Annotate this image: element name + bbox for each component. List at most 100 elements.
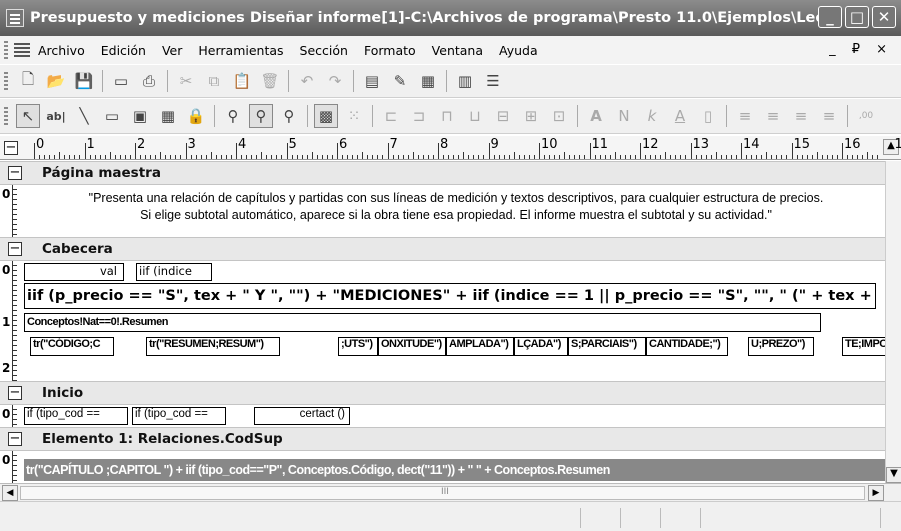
collapse-toggle[interactable]: − (8, 166, 22, 180)
menu-ver[interactable]: Ver (162, 43, 182, 58)
section-inicio[interactable]: − Inicio (0, 381, 885, 405)
align-left-icon[interactable]: ⊏ (379, 104, 403, 128)
zoom-in-icon[interactable]: ⚲ (277, 104, 301, 128)
section-cabecera[interactable]: − Cabecera (0, 237, 885, 261)
menu-formato[interactable]: Formato (364, 43, 416, 58)
menu-ayuda[interactable]: Ayuda (499, 43, 538, 58)
print-preview-icon[interactable]: ▭ (109, 69, 133, 93)
menu-grip[interactable] (4, 41, 8, 59)
field-capitulo-expression[interactable]: tr("CAPÍTULO ;CAPITOL ") + iif (tipo_cod… (24, 459, 885, 481)
field-certact[interactable]: certact () (254, 407, 350, 425)
field-val[interactable]: val (24, 263, 124, 281)
pointer-icon[interactable]: ↖ (16, 104, 40, 128)
properties-icon[interactable]: ▤ (360, 69, 384, 93)
column-uts[interactable]: ;UTS") (338, 337, 378, 356)
collapse-toggle[interactable]: − (8, 432, 22, 446)
description-line-2[interactable]: Si elige subtotal automático, aparece si… (26, 207, 885, 224)
bold-icon[interactable]: A (584, 104, 608, 128)
field-tipo-cod-1[interactable]: if (tipo_cod == (24, 407, 128, 425)
text-field-icon[interactable]: ab| (44, 104, 68, 128)
zoom-icon[interactable]: ⚲ (249, 104, 273, 128)
menu-ventana[interactable]: Ventana (432, 43, 483, 58)
rectangle-icon[interactable]: ▭ (100, 104, 124, 128)
print-icon[interactable]: ⎙ (137, 69, 161, 93)
maximize-button[interactable]: □ (845, 6, 869, 28)
column-amplada[interactable]: AMPLADA") (446, 337, 514, 356)
normal-icon[interactable]: N (612, 104, 636, 128)
description-line-1[interactable]: "Presenta una relación de capítulos y pa… (26, 190, 885, 207)
line-icon[interactable]: ╲ (72, 104, 96, 128)
section-elemento-1[interactable]: − Elemento 1: Relaciones.CodSup (0, 427, 885, 451)
horizontal-ruler[interactable]: − ▲ 01234567891011121314151617 (0, 136, 901, 160)
align-text-right-icon[interactable]: ≡ (789, 104, 813, 128)
app-icon[interactable] (6, 9, 24, 27)
same-size-icon[interactable]: ⊡ (547, 104, 571, 128)
minimize-button[interactable]: _ (818, 6, 842, 28)
scroll-down-arrow[interactable]: ▼ (886, 467, 901, 483)
open-folder-icon[interactable]: 📂 (44, 69, 68, 93)
align-right-icon[interactable]: ⊐ (407, 104, 431, 128)
grid-icon[interactable]: ▦ (416, 69, 440, 93)
menu-archivo[interactable]: Archivo (38, 43, 85, 58)
document-menu-icon[interactable] (14, 43, 30, 57)
new-document-icon[interactable]: 🗋 (16, 69, 40, 93)
column-parciais[interactable]: S;PARCIAIS") (568, 337, 646, 356)
justify-icon[interactable]: ≡ (817, 104, 841, 128)
band-elemento-1[interactable]: 0 tr("CAPÍTULO ;CAPITOL ") + iif (tipo_c… (0, 451, 885, 483)
field-conceptos-resumen[interactable]: Conceptos!Nat==0!.Resumen (24, 313, 821, 332)
report-design-canvas[interactable]: − Página maestra 0 "Presenta una relació… (0, 161, 885, 483)
image-icon[interactable]: ▣ (128, 104, 152, 128)
column-lonxitude[interactable]: ONXITUDE") (378, 337, 446, 356)
align-text-left-icon[interactable]: ≡ (733, 104, 757, 128)
mdi-controls[interactable]: _ ₽ × (829, 42, 893, 57)
column-cantidade[interactable]: CANTIDADE;") (646, 337, 728, 356)
column-prezo[interactable]: U;PREZO") (748, 337, 814, 356)
band-cabecera[interactable]: 0 1 2 val iif (indice iif (p_precio == "… (0, 261, 885, 381)
collapse-toggle[interactable]: − (8, 386, 22, 400)
field-iif-indice[interactable]: iif (indice (136, 263, 212, 281)
column-alcada[interactable]: LÇADA") (514, 337, 568, 356)
collapse-all-toggle[interactable]: − (4, 141, 18, 155)
edit-icon[interactable]: ✎ (388, 69, 412, 93)
center-h-icon[interactable]: ⊟ (491, 104, 515, 128)
save-icon[interactable]: 💾 (72, 69, 96, 93)
scroll-left-arrow[interactable]: ◀ (2, 485, 18, 501)
font-color-icon[interactable]: ▯ (696, 104, 720, 128)
toolbar-grip[interactable] (4, 107, 8, 125)
center-v-icon[interactable]: ⊞ (519, 104, 543, 128)
zoom-out-icon[interactable]: ⚲ (221, 104, 245, 128)
horizontal-scrollbar[interactable]: ◀ III ▶ (0, 483, 901, 501)
column-codigo[interactable]: tr("CÓDIGO;C (30, 337, 114, 356)
dots-grid-icon[interactable]: ⁙ (342, 104, 366, 128)
columns-icon[interactable]: ▥ (453, 69, 477, 93)
vertical-scrollbar[interactable]: ▼ (885, 161, 901, 483)
section-pagina-maestra[interactable]: − Página maestra (0, 161, 885, 185)
decimals-icon[interactable]: ,00 (854, 104, 878, 128)
redo-icon[interactable]: ↷ (323, 69, 347, 93)
band-pagina-maestra[interactable]: 0 "Presenta una relación de capítulos y … (0, 185, 885, 237)
field-tipo-cod-2[interactable]: if (tipo_cod == (132, 407, 226, 425)
menu-herramientas[interactable]: Herramientas (198, 43, 283, 58)
undo-icon[interactable]: ↶ (295, 69, 319, 93)
snap-grid-icon[interactable]: ▩ (314, 104, 338, 128)
align-bottom-icon[interactable]: ⊔ (463, 104, 487, 128)
table-icon[interactable]: ▦ (156, 104, 180, 128)
align-text-center-icon[interactable]: ≡ (761, 104, 785, 128)
rows-icon[interactable]: ☰ (481, 69, 505, 93)
copy-icon[interactable]: ⧉ (202, 69, 226, 93)
scroll-thumb[interactable]: III (20, 486, 865, 500)
scroll-right-arrow[interactable]: ▶ (868, 485, 884, 501)
italic-icon[interactable]: k (640, 104, 664, 128)
menu-seccion[interactable]: Sección (300, 43, 348, 58)
column-importe[interactable]: TE;IMPO (842, 337, 885, 356)
resize-grip[interactable] (880, 508, 881, 528)
collapse-toggle[interactable]: − (8, 242, 22, 256)
column-resumen[interactable]: tr("RESUMEN;RESUM") (146, 337, 280, 356)
underline-icon[interactable]: A (668, 104, 692, 128)
delete-icon[interactable]: 🗑 (258, 69, 282, 93)
field-title-expression[interactable]: iif (p_precio == "S", tex + " Y ", "") +… (24, 283, 876, 309)
cut-icon[interactable]: ✂ (174, 69, 198, 93)
paste-icon[interactable]: 📋 (230, 69, 254, 93)
close-button[interactable]: ✕ (872, 6, 896, 28)
lock-icon[interactable]: 🔒 (184, 104, 208, 128)
